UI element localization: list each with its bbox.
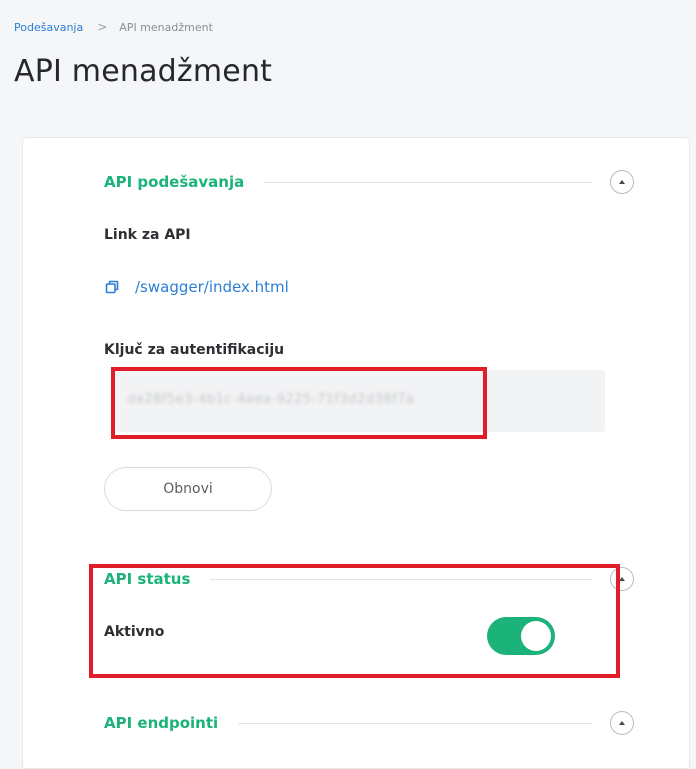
- highlight-box-api-status: [89, 564, 620, 678]
- section-title-api-endpoints: API endpointi: [104, 714, 219, 732]
- section-header-api-endpoints: API endpointi: [104, 709, 634, 737]
- refresh-key-button[interactable]: Obnovi: [104, 467, 272, 511]
- page-title: API menadžment: [14, 54, 273, 89]
- section-divider: [238, 722, 592, 724]
- highlight-box-auth-key: [111, 367, 487, 439]
- api-settings-card: API podešavanja Link za API /swagger/ind…: [22, 137, 690, 769]
- chevron-up-icon: [619, 180, 625, 184]
- breadcrumb-link-settings[interactable]: Podešavanja: [14, 21, 83, 34]
- collapse-api-endpoints-button[interactable]: [610, 711, 634, 735]
- collapse-api-settings-button[interactable]: [610, 170, 634, 194]
- api-link[interactable]: /swagger/index.html: [135, 278, 289, 296]
- chevron-up-icon: [619, 721, 625, 725]
- breadcrumb-current: API menadžment: [119, 20, 213, 34]
- breadcrumb: Podešavanja > API menadžment: [14, 20, 213, 34]
- api-link-row: /swagger/index.html: [104, 278, 289, 296]
- section-title-api-settings: API podešavanja: [104, 173, 245, 191]
- api-link-label: Link za API: [104, 227, 191, 243]
- section-divider: [264, 181, 592, 183]
- copy-icon[interactable]: [104, 279, 120, 295]
- section-header-api-settings: API podešavanja: [104, 168, 634, 196]
- breadcrumb-separator: >: [97, 20, 108, 34]
- auth-key-label: Ključ za autentifikaciju: [104, 342, 285, 358]
